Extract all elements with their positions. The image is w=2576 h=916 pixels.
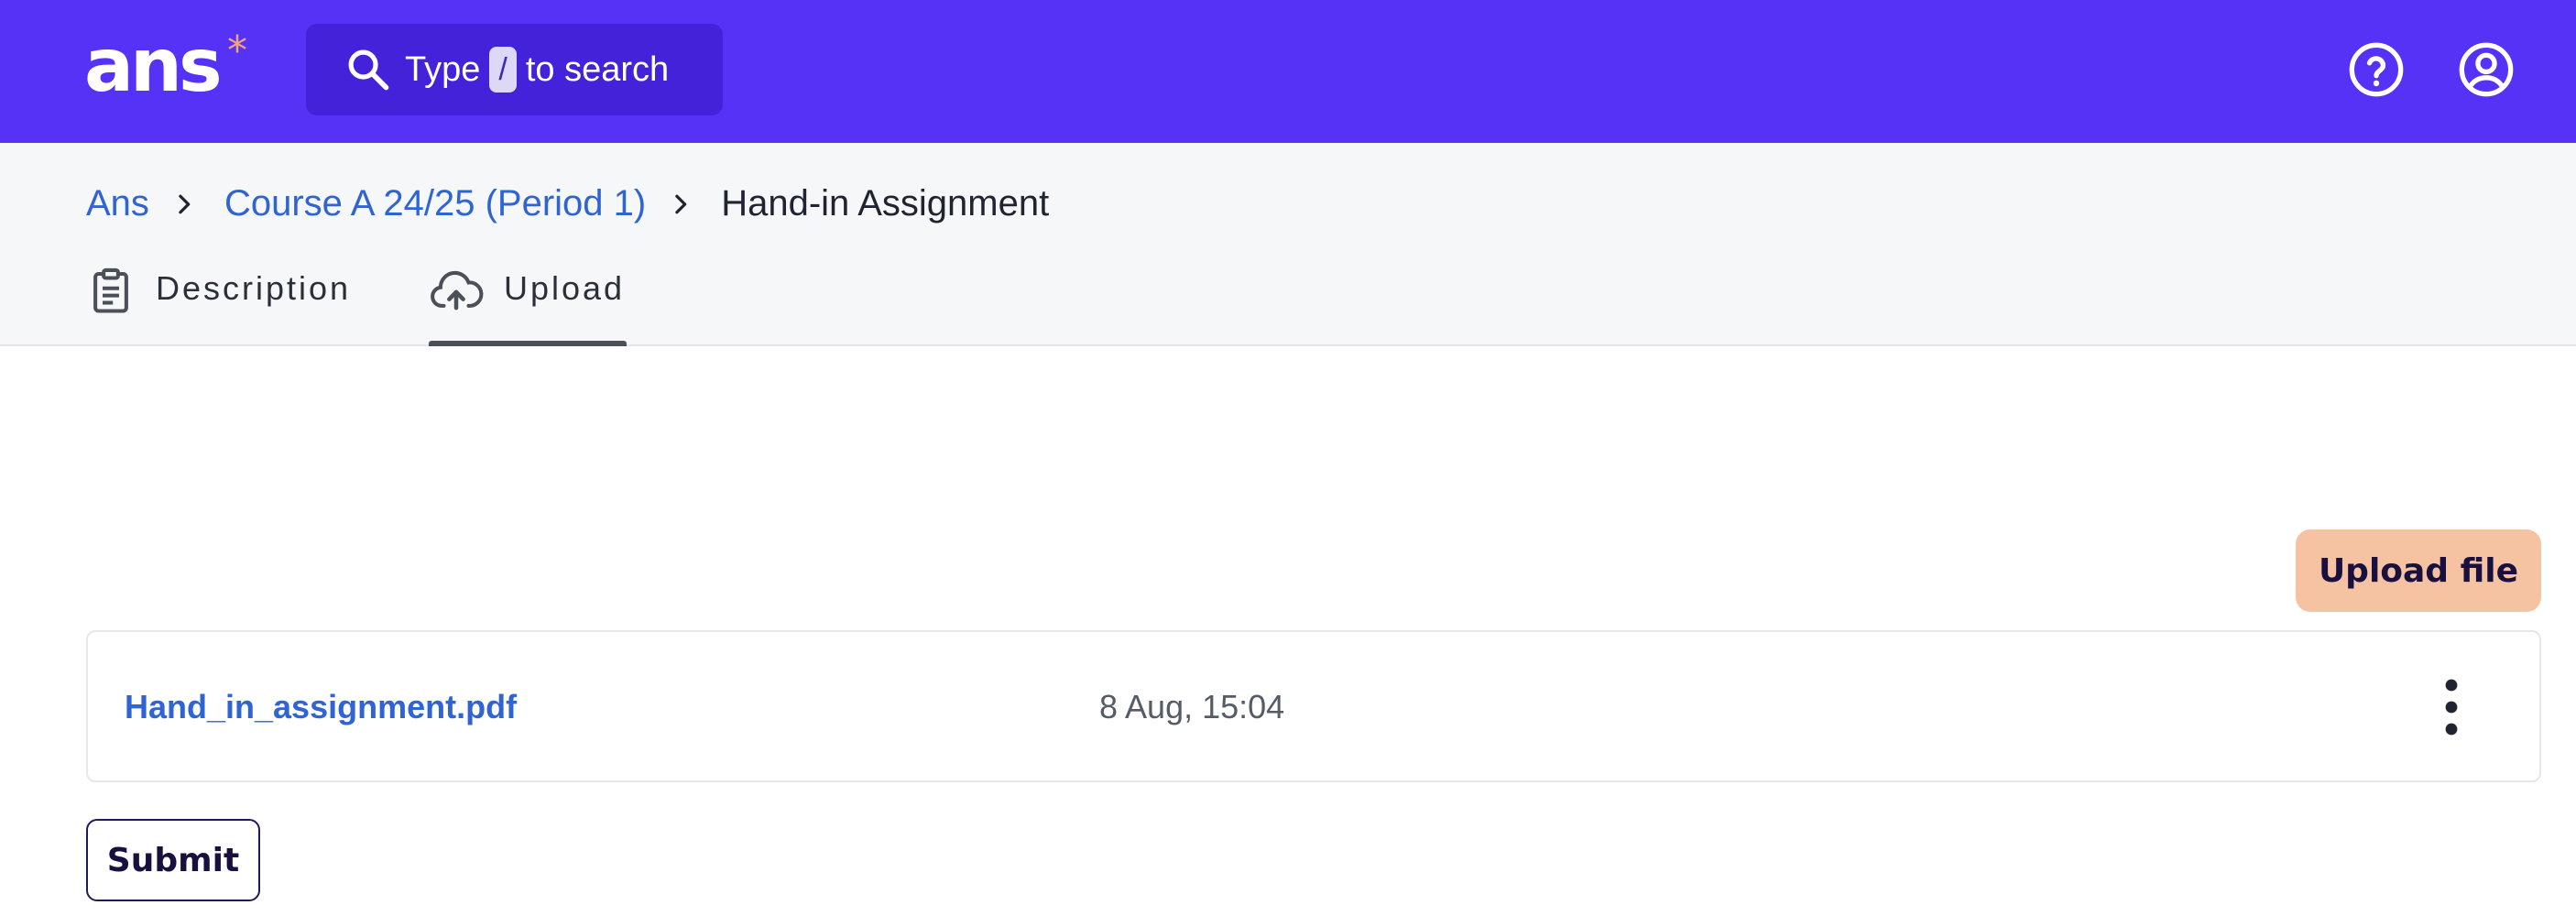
logo-text: ans [84, 23, 223, 108]
submit-button[interactable]: Submit [86, 819, 260, 901]
chevron-right-icon [179, 194, 191, 213]
breadcrumb-item-course[interactable]: Course A 24/25 (Period 1) [224, 183, 646, 224]
breadcrumb-item-ans[interactable]: Ans [86, 183, 149, 224]
top-navigation-bar: ans * Type / to search [0, 0, 2576, 143]
chevron-right-icon [675, 194, 687, 213]
help-circle-icon[interactable] [2347, 40, 2406, 99]
file-name-link[interactable]: Hand_in_assignment.pdf [125, 688, 517, 726]
search-suffix: to search [525, 49, 670, 89]
tab-upload-label: Upload [504, 269, 626, 307]
upload-file-button[interactable]: Upload file [2296, 529, 2541, 612]
logo-star: * [227, 27, 247, 74]
list-item: Hand_in_assignment.pdf 8 Aug, 15:04 [86, 630, 2541, 782]
tab-description-label: Description [156, 269, 352, 307]
breadcrumb: Ans Course A 24/25 (Period 1) Hand-in As… [86, 183, 1049, 224]
cloud-upload-icon [431, 270, 484, 311]
search-shortcut-key: / [489, 47, 517, 93]
search-box[interactable]: Type / to search [306, 24, 723, 115]
clipboard-icon [93, 267, 128, 313]
search-prefix: Type [405, 49, 481, 89]
user-circle-icon[interactable] [2457, 40, 2516, 99]
page-header: Ans Course A 24/25 (Period 1) Hand-in As… [0, 143, 2576, 346]
search-icon [348, 49, 389, 91]
breadcrumb-item-current: Hand-in Assignment [721, 183, 1050, 224]
more-vertical-icon[interactable] [2433, 676, 2470, 738]
tab-upload[interactable]: Upload [429, 269, 627, 346]
tab-description[interactable]: Description [86, 267, 352, 346]
file-upload-date: 8 Aug, 15:04 [1099, 688, 1285, 725]
